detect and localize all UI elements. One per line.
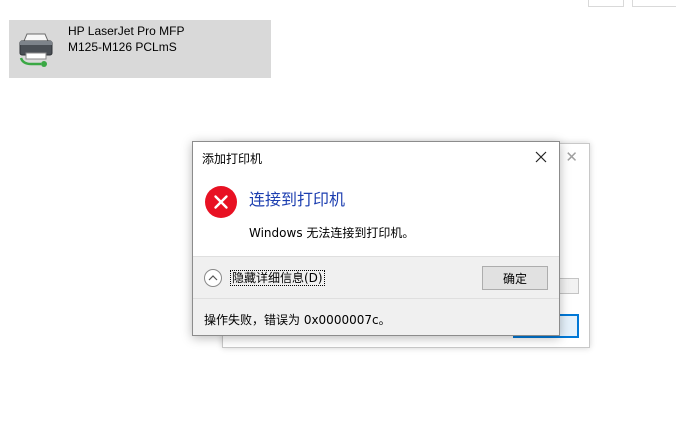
main-instruction: 连接到打印机 xyxy=(249,190,346,209)
close-icon xyxy=(535,151,547,163)
printer-name-line2: M125-M126 PCLmS xyxy=(68,40,177,54)
printer-name: HP LaserJet Pro MFP M125-M126 PCLmS xyxy=(68,23,184,55)
dialog-message: Windows 无法连接到打印机。 xyxy=(249,226,415,240)
hide-details-button[interactable]: 隐藏详细信息(D) xyxy=(230,270,325,286)
dialog-details: 操作失败，错误为 0x0000007c。 xyxy=(193,298,559,335)
printer-tile[interactable]: HP LaserJet Pro MFP M125-M126 PCLmS xyxy=(9,20,271,78)
close-button[interactable] xyxy=(523,142,559,172)
dialog-title: 添加打印机 xyxy=(202,152,263,166)
error-icon xyxy=(205,186,237,218)
wizard-field-edge xyxy=(559,278,579,294)
printer-name-line1: HP LaserJet Pro MFP xyxy=(68,24,185,38)
error-dialog: 添加打印机 连接到打印机 Windows 无法连接到打印机。 隐藏详细信息(D)… xyxy=(192,141,560,336)
dialog-button-area: 隐藏详细信息(D) 确定 xyxy=(193,256,559,298)
toolbar-button-edge xyxy=(588,0,624,7)
wizard-close-icon[interactable]: ✕ xyxy=(565,149,578,165)
printer-icon xyxy=(17,28,55,68)
toolbar-edge xyxy=(0,0,676,8)
dialog-title-bar: 添加打印机 xyxy=(193,142,559,172)
ok-button[interactable]: 确定 xyxy=(482,266,548,290)
chevron-up-icon[interactable] xyxy=(204,269,222,287)
toolbar-search-edge xyxy=(632,0,676,7)
error-details-text: 操作失败，错误为 0x0000007c。 xyxy=(204,313,391,327)
